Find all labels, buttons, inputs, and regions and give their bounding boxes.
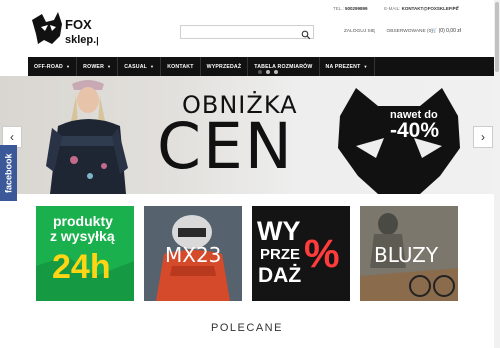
contact-info: TEL.: 500299899 E-MAIL: KONTAKT@FOXSKLEP… — [333, 6, 458, 11]
chevron-right-icon: › — [481, 130, 485, 144]
tile-text-line-3: 24h — [52, 248, 111, 286]
search-button[interactable] — [301, 27, 311, 40]
chevron-down-icon: ▼ — [150, 64, 155, 69]
language-switcher[interactable]: ⌂ ▾ — [452, 5, 459, 11]
page: TEL.: 500299899 E-MAIL: KONTAKT@FOXSKLEP… — [0, 0, 500, 348]
slider-dot[interactable] — [266, 70, 270, 74]
cart-icon: 🛒 — [431, 28, 438, 34]
nav-label: ROWER — [83, 63, 105, 70]
fox-logo-icon: FOX sklep.pl — [32, 12, 106, 46]
email-label: E-MAIL: — [384, 6, 401, 11]
chevron-down-icon: ▼ — [65, 64, 71, 69]
nav-label: NA PREZENT — [325, 63, 361, 70]
nav-label: CASUAL — [124, 63, 148, 70]
promo-tile-shipping[interactable]: produkty z wysyłką 24h — [36, 206, 134, 301]
facebook-tab[interactable]: facebook — [0, 145, 17, 201]
slider-dot[interactable] — [258, 70, 262, 74]
account-links: ZALOGUJ SIĘ OBSERWOWANE (0) — [344, 29, 443, 34]
chevron-down-icon: ▼ — [363, 64, 368, 69]
tile-text-line-1: produkty — [53, 213, 113, 229]
search-box — [180, 25, 314, 44]
nav-label: TABELA ROZMIARÓW — [254, 63, 313, 70]
scrollbar-thumb[interactable] — [495, 2, 499, 72]
email-value[interactable]: KONTAKT@FOXSKLEP.PL — [402, 6, 459, 11]
slider-dot[interactable] — [274, 70, 278, 74]
nav-item-rower[interactable]: ROWER ▼ — [77, 57, 119, 76]
home-icon: ⌂ — [452, 5, 456, 11]
percent-icon: % — [304, 232, 340, 276]
nav-item-casual[interactable]: CASUAL ▼ — [118, 57, 162, 76]
section-title-recommended: POLECANE — [211, 322, 283, 334]
nav-label: WYPRZEDAŻ — [206, 63, 242, 70]
wishlist-link[interactable]: OBSERWOWANE (0) — [387, 29, 433, 34]
promo-tile-bluzy[interactable]: BLUZY — [360, 206, 458, 301]
hero-headline-2: CEN — [157, 110, 294, 183]
nav-item-na-prezent[interactable]: NA PREZENT ▼ — [320, 57, 375, 76]
nav-label: OFF-ROAD — [34, 63, 63, 70]
language-caret: ▾ — [456, 5, 459, 11]
nav-item-wyprzedaz[interactable]: WYPRZEDAŻ — [201, 57, 249, 76]
cart-button[interactable]: 🛒 (0) 0,00 zł — [431, 28, 461, 34]
hero-slider[interactable]: OBNIŻKA CEN nawet do -40% — [0, 76, 494, 194]
nav-label: KONTAKT — [167, 63, 194, 70]
tile-text-line-1: MX23 — [165, 243, 222, 267]
promo-tile-mx23[interactable]: MX23 — [144, 206, 242, 301]
promo-tile-sale[interactable]: WY PRZE DAŻ % — [252, 206, 350, 301]
logo-text-fox: FOX — [65, 17, 92, 32]
slider-dots — [258, 70, 278, 74]
tile-text-line-3: DAŻ — [258, 264, 302, 287]
cart-summary: (0) 0,00 zł — [438, 28, 461, 34]
tile-text-line-1: BLUZY — [374, 243, 439, 267]
phone-value[interactable]: 500299899 — [345, 6, 368, 11]
page-scrollbar[interactable] — [494, 0, 500, 348]
login-link[interactable]: ZALOGUJ SIĘ — [344, 29, 375, 34]
search-input[interactable] — [181, 32, 299, 44]
tile-text-line-2: z wysyłką — [50, 228, 115, 244]
logo-text-sklep: sklep.pl — [65, 34, 98, 46]
discount-badge-value: -40% — [390, 119, 440, 142]
phone-label: TEL.: — [333, 6, 344, 11]
nav-item-kontakt[interactable]: KONTAKT — [161, 57, 201, 76]
slider-next-button[interactable]: › — [473, 126, 493, 148]
search-icon — [301, 30, 311, 40]
tile-text-line-2: PRZE — [260, 246, 301, 263]
chevron-down-icon: ▼ — [107, 64, 112, 69]
tile-text-line-1: WY — [257, 216, 301, 246]
chevron-left-icon: ‹ — [10, 130, 14, 144]
logo[interactable]: FOX sklep.pl — [30, 10, 106, 48]
nav-item-off-road[interactable]: OFF-ROAD ▼ — [28, 57, 78, 76]
hero-model-image — [46, 80, 128, 194]
